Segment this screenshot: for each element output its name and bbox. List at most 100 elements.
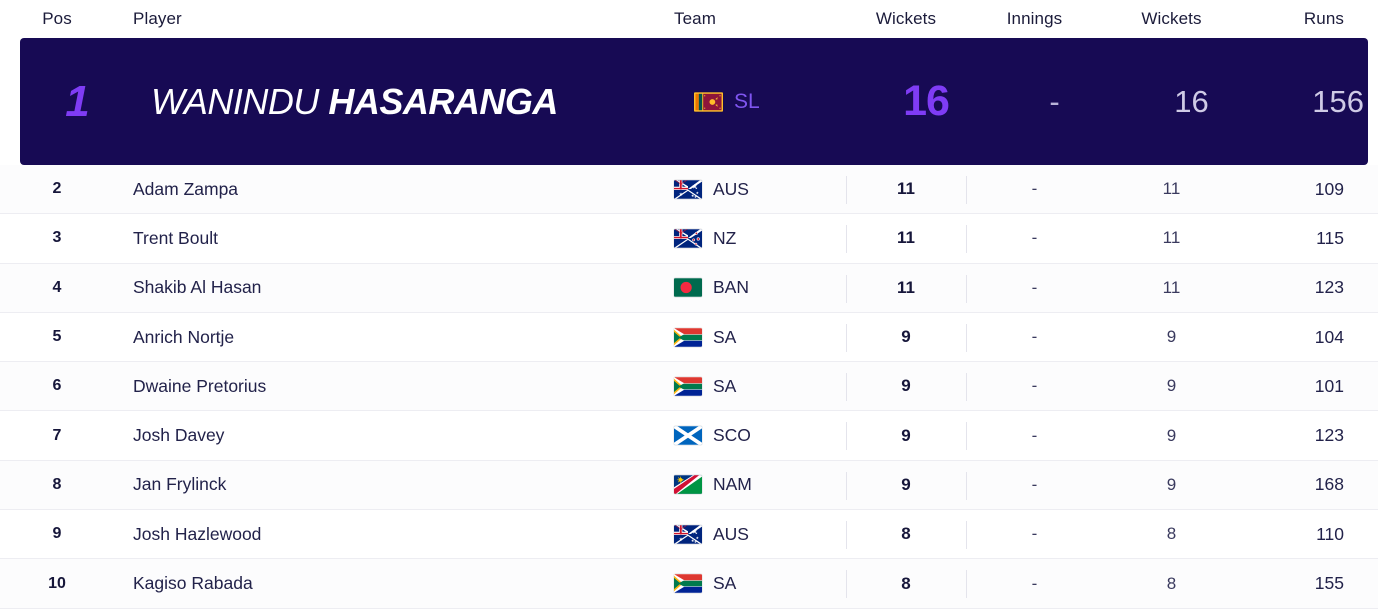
row-position: 9: [52, 525, 62, 543]
column-header-player[interactable]: Player: [114, 9, 674, 29]
row-wickets-2: 8: [1166, 573, 1177, 593]
row-position: 6: [52, 377, 62, 395]
row-team: AUS: [674, 179, 846, 200]
table-row[interactable]: 4 Shakib Al Hasan BAN 11 - 11 123: [0, 263, 1378, 313]
row-player-name[interactable]: Jan Frylinck: [114, 474, 674, 495]
column-separator-right: [966, 521, 967, 550]
row-runs: 123: [1314, 425, 1344, 446]
column-header-innings[interactable]: Innings: [966, 9, 1103, 29]
row-runs: 104: [1314, 326, 1344, 347]
row-innings: -: [1031, 327, 1038, 347]
row-wickets: 8: [901, 573, 911, 593]
row-runs: 101: [1314, 375, 1344, 396]
row-position: 7: [52, 426, 62, 444]
column-separator-right: [966, 422, 967, 451]
column-separator-right: [966, 323, 967, 352]
row-runs: 155: [1314, 573, 1344, 594]
column-header-wickets-2[interactable]: Wickets: [1103, 9, 1240, 29]
column-separator-left: [846, 225, 847, 254]
row-player-name[interactable]: Josh Hazlewood: [114, 524, 674, 545]
row-runs: 123: [1314, 277, 1344, 298]
column-separator-left: [846, 521, 847, 550]
row-player-name[interactable]: Trent Boult: [114, 228, 674, 249]
row-innings: -: [1031, 474, 1038, 494]
row-position: 8: [52, 475, 62, 493]
row-position: 5: [52, 328, 62, 346]
column-separator-left: [846, 471, 847, 500]
row-innings: -: [1031, 179, 1038, 199]
row-team-code: AUS: [713, 178, 749, 199]
highlight-row[interactable]: 1 WANINDU HASARANGA SL 16 - 16 156: [20, 38, 1368, 165]
row-team-code: SA: [713, 375, 737, 396]
row-runs: 110: [1316, 523, 1344, 544]
column-separator-left: [846, 570, 847, 599]
row-innings: -: [1031, 376, 1038, 396]
row-team: SA: [674, 327, 846, 348]
row-team-code: NAM: [713, 474, 752, 495]
row-innings: -: [1031, 573, 1038, 593]
sco-flag-icon: [674, 426, 702, 445]
row-team-code: SA: [713, 326, 737, 347]
highlight-position: 1: [65, 76, 89, 126]
row-team-code: SA: [713, 573, 737, 594]
highlight-row-container: 1 WANINDU HASARANGA SL 16 - 16 156: [0, 38, 1378, 165]
sa-flag-icon: [674, 328, 702, 347]
row-team-code: NZ: [713, 227, 737, 248]
column-separator-right: [966, 274, 967, 303]
column-separator-left: [846, 176, 847, 204]
row-wickets: 8: [901, 524, 911, 544]
row-wickets: 11: [897, 179, 915, 199]
table-row[interactable]: 8 Jan Frylinck NAM 9 - 9 168: [0, 460, 1378, 511]
column-header-runs[interactable]: Runs: [1240, 9, 1358, 29]
table-body: 2 Adam Zampa AUS 11-11 109 3 Trent Boult NZ 11-1…: [0, 165, 1378, 609]
column-separator-right: [966, 471, 967, 500]
row-wickets: 9: [901, 474, 911, 494]
table-row[interactable]: 3 Trent Boult NZ 11 - 11 115: [0, 214, 1378, 264]
column-separator-left: [846, 274, 847, 303]
row-team: SA: [674, 376, 846, 397]
row-wickets-2: 9: [1166, 474, 1177, 494]
row-player-name[interactable]: Anrich Nortje: [114, 327, 674, 348]
nz-flag-icon: [674, 229, 702, 248]
highlight-team: SL: [694, 90, 866, 114]
sa-flag-icon: [674, 377, 702, 396]
row-team: SCO: [674, 425, 846, 446]
row-innings: -: [1031, 277, 1038, 297]
row-player-name[interactable]: Adam Zampa: [114, 179, 674, 200]
column-header-pos[interactable]: Pos: [0, 9, 114, 29]
table-row[interactable]: 2 Adam Zampa AUS 11 - 11 109: [0, 165, 1378, 215]
table-header: Pos Player Team Wickets Innings Wickets …: [0, 0, 1378, 38]
table-row[interactable]: 6 Dwaine Pretorius SA 9 - 9 101: [0, 362, 1378, 412]
row-player-name[interactable]: Josh Davey: [114, 425, 674, 446]
highlight-wickets: 16: [903, 77, 950, 125]
column-separator-right: [966, 373, 967, 402]
column-separator-right: [966, 570, 967, 599]
table-row[interactable]: 5 Anrich Nortje SA 9 - 9 104: [0, 312, 1378, 363]
row-wickets-2: 11: [1162, 228, 1181, 248]
row-wickets-2: 11: [1162, 277, 1181, 297]
column-header-wickets[interactable]: Wickets: [846, 9, 966, 29]
column-header-team[interactable]: Team: [674, 9, 846, 29]
highlight-team-code: SL: [734, 89, 760, 113]
row-position: 3: [52, 229, 62, 247]
row-wickets: 11: [897, 228, 915, 248]
table-row[interactable]: 10 Kagiso Rabada SA 8 - 8 155: [0, 559, 1378, 609]
row-innings: -: [1031, 524, 1038, 544]
aus-flag-icon: [674, 525, 702, 544]
row-runs: 115: [1316, 227, 1344, 248]
row-team-code: BAN: [713, 277, 749, 298]
table-row[interactable]: 9 Josh Hazlewood AUS 8 - 8 110: [0, 510, 1378, 560]
sl-flag-icon: [694, 91, 723, 112]
row-runs: 168: [1314, 474, 1344, 495]
table-row[interactable]: 7 Josh Davey SCO 9 - 9 123: [0, 411, 1378, 461]
row-team: BAN: [674, 277, 846, 298]
row-player-name[interactable]: Shakib Al Hasan: [114, 277, 674, 298]
row-wickets-2: 8: [1166, 524, 1177, 544]
row-player-name[interactable]: Dwaine Pretorius: [114, 376, 674, 397]
row-wickets: 9: [901, 327, 911, 347]
row-wickets: 9: [901, 425, 911, 445]
row-player-name[interactable]: Kagiso Rabada: [114, 573, 674, 594]
highlight-player-name: WANINDU HASARANGA: [134, 81, 694, 123]
highlight-runs: 156: [1312, 83, 1364, 119]
row-position: 10: [48, 574, 66, 592]
